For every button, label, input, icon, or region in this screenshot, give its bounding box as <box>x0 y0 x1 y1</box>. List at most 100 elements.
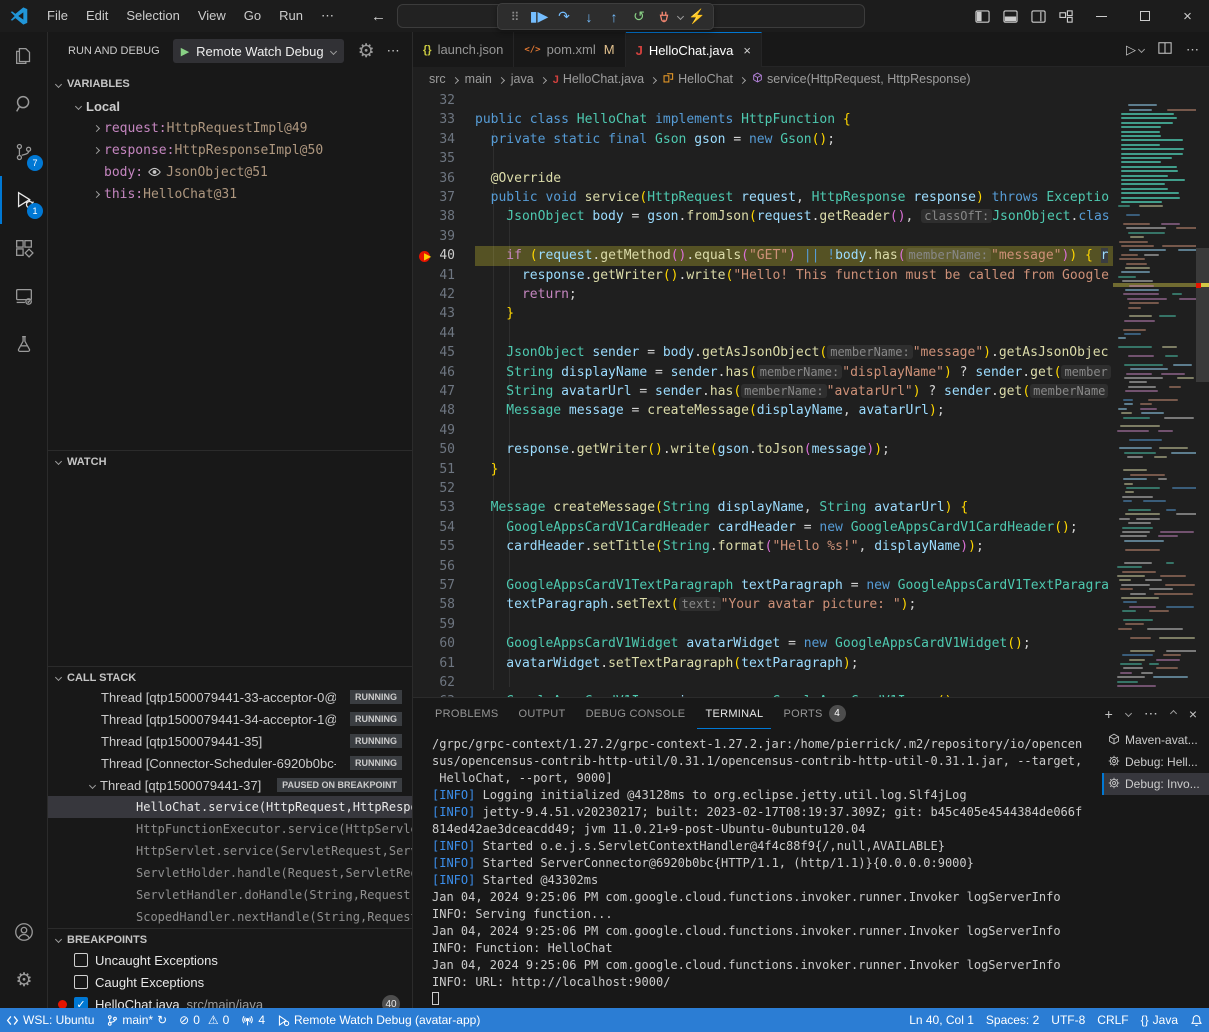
encoding-status[interactable]: UTF-8 <box>1045 1008 1091 1032</box>
code-editor[interactable]: 3233public class HelloChat implements Ht… <box>413 91 1209 697</box>
maximize-panel-icon[interactable] <box>1170 710 1177 717</box>
gutter[interactable]: 35 <box>413 149 475 168</box>
tab-pom-xml[interactable]: </>pom.xmlM <box>514 32 625 67</box>
breadcrumb-item[interactable]: java <box>511 72 534 86</box>
code-line[interactable]: 56 <box>413 557 1209 576</box>
gutter[interactable]: 41 <box>413 266 475 285</box>
code-line[interactable]: 57 GoogleAppsCardV1TextParagraph textPar… <box>413 576 1209 595</box>
remote-indicator[interactable]: WSL: Ubuntu <box>0 1008 100 1032</box>
variable-row[interactable]: body: JsonObject@51 <box>48 161 412 183</box>
stack-frame[interactable]: HttpFunctionExecutor.service(HttpServlet… <box>48 818 412 840</box>
menu-go[interactable]: Go <box>235 5 270 27</box>
new-terminal-icon[interactable]: + <box>1105 706 1113 722</box>
breadcrumb-item[interactable]: main <box>465 72 492 86</box>
menu-selection[interactable]: Selection <box>117 5 188 27</box>
gutter[interactable]: 38 <box>413 207 475 226</box>
search-icon[interactable] <box>0 80 48 128</box>
notifications-bell-icon[interactable] <box>1184 1008 1209 1032</box>
panel-tab-output[interactable]: OUTPUT <box>511 698 574 729</box>
step-over-icon[interactable]: ↷ <box>553 6 575 28</box>
breakpoint-checkbox[interactable] <box>74 975 88 989</box>
variables-scope-row[interactable]: Local <box>48 95 412 117</box>
code-line[interactable]: 43 } <box>413 304 1209 323</box>
code-line[interactable]: 51 } <box>413 460 1209 479</box>
panel-tab-problems[interactable]: PROBLEMS <box>427 698 507 729</box>
panel-tab-ports[interactable]: PORTS4 <box>775 698 853 729</box>
gutter[interactable]: 55 <box>413 537 475 556</box>
call-stack-thread[interactable]: Thread [qtp1500079441-37]PAUSED ON BREAK… <box>48 774 412 796</box>
gutter[interactable]: ▶40 <box>413 246 475 265</box>
code-line[interactable]: 32 <box>413 91 1209 110</box>
code-line[interactable]: 47 String avatarUrl = sender.has(memberN… <box>413 382 1209 401</box>
code-line[interactable]: 62 <box>413 673 1209 692</box>
step-out-icon[interactable]: ↑ <box>603 6 625 28</box>
problems-status[interactable]: ⊘0 ⚠0 <box>173 1008 235 1032</box>
terminal-list-item[interactable]: Maven-avat... <box>1102 729 1209 751</box>
gutter[interactable]: 57 <box>413 576 475 595</box>
menu-more[interactable]: ⋯ <box>312 5 343 27</box>
gutter[interactable]: 44 <box>413 324 475 343</box>
eol-status[interactable]: CRLF <box>1091 1008 1134 1032</box>
customize-layout-icon[interactable] <box>1052 2 1080 30</box>
code-line[interactable]: 41 response.getWriter().write("Hello! Th… <box>413 266 1209 285</box>
call-stack-thread[interactable]: Thread [Connector-Scheduler-6920b0bc-1]R… <box>48 752 412 774</box>
gutter[interactable]: 53 <box>413 498 475 517</box>
window-maximize-button[interactable] <box>1123 0 1166 32</box>
sync-icon[interactable]: ↻ <box>157 1013 167 1027</box>
remote-explorer-icon[interactable] <box>0 272 48 320</box>
debug-session-status[interactable]: Remote Watch Debug (avatar-app) <box>271 1008 486 1032</box>
stack-frame[interactable]: ServletHandler.doHandle(String,Request,H… <box>48 884 412 906</box>
continue-icon[interactable]: ▮▶ <box>528 6 550 28</box>
window-close-button[interactable]: × <box>1166 0 1209 32</box>
code-line[interactable]: 37 public void service(HttpRequest reque… <box>413 188 1209 207</box>
watch-section-header[interactable]: WATCH <box>48 450 412 472</box>
code-line[interactable]: 50 response.getWriter().write(gson.toJso… <box>413 440 1209 459</box>
account-icon[interactable] <box>0 908 48 956</box>
sidebar-more-actions-icon[interactable]: ⋯ <box>387 43 400 59</box>
gutter[interactable]: 33 <box>413 110 475 129</box>
code-line[interactable]: 34 private static final Gson gson = new … <box>413 130 1209 149</box>
drag-grip-icon[interactable]: ⠿ <box>503 6 525 28</box>
toggle-panel-icon[interactable] <box>996 2 1024 30</box>
testing-icon[interactable] <box>0 320 48 368</box>
source-control-icon[interactable]: 7 <box>0 128 48 176</box>
code-line[interactable]: 46 String displayName = sender.has(membe… <box>413 363 1209 382</box>
code-line[interactable]: 54 GoogleAppsCardV1CardHeader cardHeader… <box>413 518 1209 537</box>
code-line[interactable]: 55 cardHeader.setTitle(String.format("He… <box>413 537 1209 556</box>
split-editor-icon[interactable] <box>1158 41 1172 58</box>
breakpoint-row[interactable]: ✓HelloChat.javasrc/main/java40 <box>48 993 412 1008</box>
breadcrumb-item[interactable]: service(HttpRequest, HttpResponse) <box>752 72 971 86</box>
gutter[interactable]: 58 <box>413 595 475 614</box>
variable-row[interactable]: response: HttpResponseImpl@50 <box>48 139 412 161</box>
variables-section-header[interactable]: VARIABLES <box>48 73 412 95</box>
explorer-icon[interactable] <box>0 32 48 80</box>
call-stack-thread[interactable]: Thread [qtp1500079441-33-acceptor-0@48..… <box>48 686 412 708</box>
code-line[interactable]: 39 <box>413 227 1209 246</box>
disconnect-dropdown-icon[interactable] <box>677 13 684 20</box>
start-debug-icon[interactable]: ▶ <box>181 45 189 58</box>
stack-frame[interactable]: HelloChat.service(HttpRequest,HttpRespon… <box>48 796 412 818</box>
gutter[interactable]: 52 <box>413 479 475 498</box>
terminal-dropdown-icon[interactable] <box>1125 710 1132 717</box>
code-line[interactable]: 42 return; <box>413 285 1209 304</box>
code-line[interactable]: 61 avatarWidget.setTextParagraph(textPar… <box>413 654 1209 673</box>
editor-more-actions-icon[interactable]: ⋯ <box>1186 42 1199 58</box>
terminal-output[interactable]: /grpc/grpc-context/1.27.2/grpc-context-1… <box>432 736 1099 1008</box>
indentation-status[interactable]: Spaces: 2 <box>980 1008 1045 1032</box>
variable-row[interactable]: this: HelloChat@31 <box>48 183 412 205</box>
extensions-icon[interactable] <box>0 224 48 272</box>
gutter[interactable]: 37 <box>413 188 475 207</box>
git-branch-status[interactable]: main* ↻ <box>100 1008 173 1032</box>
gutter[interactable]: 49 <box>413 421 475 440</box>
code-line[interactable]: 52 <box>413 479 1209 498</box>
panel-more-actions-icon[interactable]: ⋯ <box>1144 705 1158 722</box>
gutter[interactable]: 56 <box>413 557 475 576</box>
run-java-button[interactable]: ▷ <box>1126 42 1144 58</box>
stack-frame[interactable]: ServletHolder.handle(Request,ServletRequ… <box>48 862 412 884</box>
gutter[interactable]: 45 <box>413 343 475 362</box>
gutter[interactable]: 50 <box>413 440 475 459</box>
gutter[interactable]: 51 <box>413 460 475 479</box>
call-stack-thread[interactable]: Thread [qtp1500079441-35]RUNNING <box>48 730 412 752</box>
gutter[interactable]: 60 <box>413 634 475 653</box>
breadcrumb-item[interactable]: HelloChat <box>663 72 733 86</box>
